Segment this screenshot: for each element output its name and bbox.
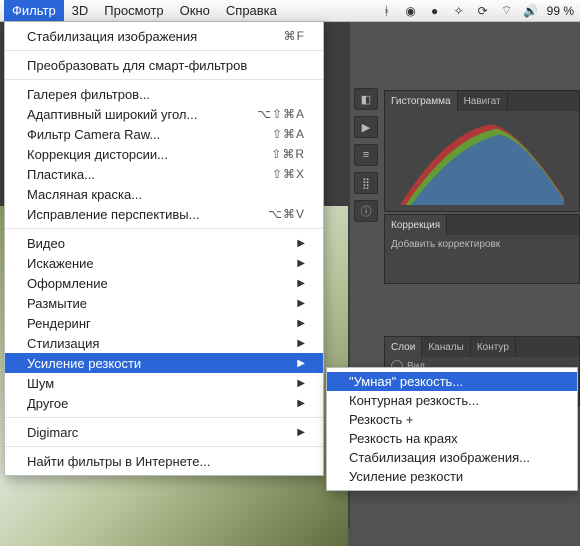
bluetooth-icon[interactable]: ᚼ (379, 3, 395, 19)
menu-item[interactable]: Шум▶ (5, 373, 323, 393)
add-adjustment-label: Добавить корректировк (385, 235, 579, 254)
submenu-item[interactable]: "Умная" резкость... (327, 372, 577, 391)
panel-tabs: Гистограмма Навигат (385, 91, 579, 111)
menu-item[interactable]: Digimarc▶ (5, 422, 323, 442)
menu-item[interactable]: Коррекция дисторсии...⇧⌘R (5, 144, 323, 164)
menu-item-label: Преобразовать для смарт-фильтров (27, 58, 305, 73)
menu-item-label: Рендеринг (27, 316, 297, 331)
menu-item-label: Усиление резкости (27, 356, 297, 371)
menu-item-shortcut: ⇧⌘X (272, 167, 305, 181)
submenu-item[interactable]: Усиление резкости (327, 467, 577, 486)
sync-icon[interactable]: ⟳ (475, 3, 491, 19)
submenu-arrow-icon: ▶ (297, 278, 305, 289)
histogram-graph (391, 117, 573, 205)
menu-item[interactable]: Исправление перспективы...⌥⌘V (5, 204, 323, 224)
menu-item[interactable]: Масляная краска... (5, 184, 323, 204)
menu-item-shortcut: ⇧⌘R (271, 147, 305, 161)
submenu-item[interactable]: Стабилизация изображения... (327, 448, 577, 467)
tab-paths[interactable]: Контур (471, 337, 516, 357)
menu-item-label: Найти фильтры в Интернете... (27, 454, 305, 469)
submenu-arrow-icon: ▶ (297, 427, 305, 438)
panel-icon-column: ◧ ▶ ≡ ⣿ ⓘ (350, 82, 382, 228)
menu-item[interactable]: Преобразовать для смарт-фильтров (5, 55, 323, 75)
tab-navigator[interactable]: Навигат (458, 91, 508, 111)
menu-item-label: Коррекция дисторсии... (27, 147, 271, 162)
menu-item[interactable]: Видео▶ (5, 233, 323, 253)
submenu-arrow-icon: ▶ (297, 318, 305, 329)
menu-title-справка[interactable]: Справка (218, 0, 285, 21)
battery-status[interactable]: 99 % (547, 4, 574, 18)
menu-item-label: Digimarc (27, 425, 297, 440)
menu-item-label: Искажение (27, 256, 297, 271)
menu-item-label: Стабилизация изображения (27, 29, 284, 44)
histogram-panel: Гистограмма Навигат (384, 90, 580, 212)
volume-icon[interactable]: 🔊 (523, 3, 539, 19)
menu-item[interactable]: Адаптивный широкий угол...⌥⇧⌘A (5, 104, 323, 124)
menu-item-label: Галерея фильтров... (27, 87, 305, 102)
submenu-arrow-icon: ▶ (297, 338, 305, 349)
correction-panel: Коррекция Добавить корректировк (384, 214, 580, 284)
submenu-arrow-icon: ▶ (297, 238, 305, 249)
menu-item[interactable]: Найти фильтры в Интернете... (5, 451, 323, 471)
menu-bar: Фильтр3DПросмотрОкноСправка ᚼ ◉ ● ✧ ⟳ ⌔ … (0, 0, 580, 22)
tab-channels[interactable]: Каналы (422, 337, 471, 357)
menu-item-shortcut: ⌥⌘V (268, 207, 305, 221)
submenu-item[interactable]: Резкость на краях (327, 429, 577, 448)
panel-icon[interactable]: ⓘ (354, 200, 378, 222)
menu-item[interactable]: Усиление резкости▶ (5, 353, 323, 373)
menu-item[interactable]: Стилизация▶ (5, 333, 323, 353)
menu-item[interactable]: Размытие▶ (5, 293, 323, 313)
menu-item[interactable]: Рендеринг▶ (5, 313, 323, 333)
submenu-arrow-icon: ▶ (297, 258, 305, 269)
menu-item-label: Пластика... (27, 167, 272, 182)
submenu-arrow-icon: ▶ (297, 358, 305, 369)
submenu-arrow-icon: ▶ (297, 298, 305, 309)
menu-item-label: Исправление перспективы... (27, 207, 268, 222)
menu-item-label: Оформление (27, 276, 297, 291)
tab-layers[interactable]: Слои (385, 337, 422, 357)
menu-item[interactable]: Пластика...⇧⌘X (5, 164, 323, 184)
tab-histogram[interactable]: Гистограмма (385, 91, 458, 111)
menu-item-label: Масляная краска... (27, 187, 305, 202)
panel-icon[interactable]: ⣿ (354, 172, 378, 194)
menu-item-label: Видео (27, 236, 297, 251)
menu-item-label: Адаптивный широкий угол... (27, 107, 257, 122)
menu-item[interactable]: Искажение▶ (5, 253, 323, 273)
menu-item-shortcut: ⇧⌘A (272, 127, 305, 141)
dropbox-icon[interactable]: ✧ (451, 3, 467, 19)
panel-icon[interactable]: ▶ (354, 116, 378, 138)
menu-item[interactable]: Оформление▶ (5, 273, 323, 293)
menu-item-label: Размытие (27, 296, 297, 311)
menu-title-окно[interactable]: Окно (172, 0, 218, 21)
panel-icon[interactable]: ≡ (354, 144, 378, 166)
wifi-icon[interactable]: ⌔ (499, 3, 515, 19)
menu-item-label: Шум (27, 376, 297, 391)
menu-item[interactable]: Галерея фильтров... (5, 84, 323, 104)
menu-item-label: Фильтр Camera Raw... (27, 127, 272, 142)
submenu-arrow-icon: ▶ (297, 398, 305, 409)
sharpen-submenu: "Умная" резкость...Контурная резкость...… (326, 367, 578, 491)
panel-icon[interactable]: ◧ (354, 88, 378, 110)
menu-item-label: Стилизация (27, 336, 297, 351)
menu-item-shortcut: ⌥⇧⌘A (257, 107, 305, 121)
panel-tabs: Слои Каналы Контур (385, 337, 579, 357)
creative-cloud-icon[interactable]: ◉ (403, 3, 419, 19)
submenu-arrow-icon: ▶ (297, 378, 305, 389)
menu-bar-status: ᚼ ◉ ● ✧ ⟳ ⌔ 🔊 99 % (379, 3, 580, 19)
menu-item[interactable]: Стабилизация изображения⌘F (5, 26, 323, 46)
panel-tabs: Коррекция (385, 215, 579, 235)
menu-title-просмотр[interactable]: Просмотр (96, 0, 171, 21)
menu-item[interactable]: Другое▶ (5, 393, 323, 413)
menu-item-shortcut: ⌘F (284, 29, 305, 43)
menu-item[interactable]: Фильтр Camera Raw...⇧⌘A (5, 124, 323, 144)
menu-item-label: Другое (27, 396, 297, 411)
submenu-item[interactable]: Резкость + (327, 410, 577, 429)
eye-icon[interactable]: ● (427, 3, 443, 19)
menu-title-фильтр[interactable]: Фильтр (4, 0, 64, 21)
filter-menu: Стабилизация изображения⌘F Преобразовать … (4, 22, 324, 476)
submenu-item[interactable]: Контурная резкость... (327, 391, 577, 410)
tab-correction[interactable]: Коррекция (385, 215, 447, 235)
menu-title-3d[interactable]: 3D (64, 0, 97, 21)
